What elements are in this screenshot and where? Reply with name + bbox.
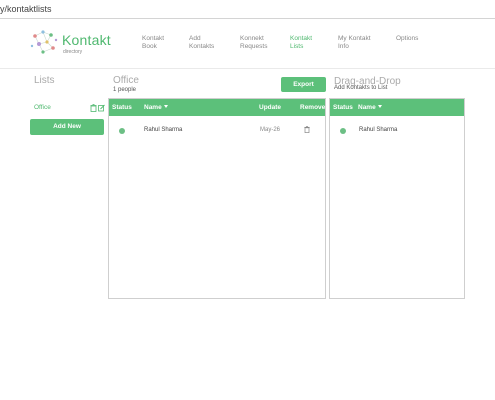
column-remove[interactable]: Remove — [300, 104, 325, 111]
kontakt-name[interactable]: Rahul Sharma — [359, 127, 397, 133]
nav-kontakt-lists[interactable]: Kontakt Lists — [290, 35, 312, 51]
list-item-label[interactable]: Office — [34, 104, 51, 111]
add-new-list-button[interactable]: Add New — [30, 119, 104, 135]
nav-add-kontakts[interactable]: Add Kontakts — [189, 35, 214, 51]
table-header: Status Name Update Remove — [109, 99, 325, 116]
lists-heading: Lists — [34, 75, 55, 86]
nav-options[interactable]: Options — [396, 35, 418, 43]
edit-icon[interactable] — [98, 104, 105, 112]
column-status[interactable]: Status — [333, 104, 353, 111]
table-row[interactable]: Rahul Sharma May-26 — [109, 123, 325, 139]
column-name[interactable]: Name — [144, 104, 168, 111]
member-name[interactable]: Rahul Sharma — [144, 127, 182, 133]
export-button[interactable]: Export — [281, 77, 326, 92]
sort-caret-icon — [163, 105, 168, 108]
nav-kontakt-book[interactable]: Kontakt Book — [142, 35, 164, 51]
office-heading: Office — [113, 75, 139, 86]
nav-konnekt-requests[interactable]: Konnekt Requests — [240, 35, 267, 51]
office-members-table[interactable]: Status Name Update Remove Rahul Sharma M… — [108, 98, 326, 299]
nav-my-kontakt-info[interactable]: My Kontakt Info — [338, 35, 371, 51]
brand-logo[interactable]: Kontakt directory — [29, 26, 119, 62]
dnd-kontakts-table[interactable]: Status Name Rahul Sharma — [329, 98, 465, 299]
remove-trash-icon[interactable] — [304, 126, 310, 133]
status-online-icon — [340, 128, 346, 134]
list-item-office[interactable]: Office — [30, 103, 105, 115]
column-update[interactable]: Update — [259, 104, 281, 111]
table-header: Status Name — [330, 99, 464, 116]
brand-name: Kontakt — [62, 32, 111, 48]
sort-caret-icon — [377, 105, 382, 108]
column-name[interactable]: Name — [358, 104, 382, 111]
member-update-date: May-26 — [260, 127, 281, 133]
dnd-subtitle: Add Kontakts to List — [334, 85, 388, 91]
draggable-kontakt-row[interactable]: Rahul Sharma — [330, 123, 464, 139]
status-online-icon — [119, 128, 125, 134]
url-text[interactable]: y/kontaktlists — [0, 4, 52, 14]
browser-address-bar[interactable]: y/kontaktlists — [0, 0, 495, 19]
office-people-count: 1 people — [113, 87, 137, 93]
column-status[interactable]: Status — [112, 104, 132, 111]
network-logo-icon — [30, 30, 58, 54]
trash-icon[interactable] — [90, 104, 97, 112]
site-header: Kontakt directory Kontakt Book Add Konta… — [0, 19, 495, 69]
brand-tagline: directory — [63, 49, 83, 55]
